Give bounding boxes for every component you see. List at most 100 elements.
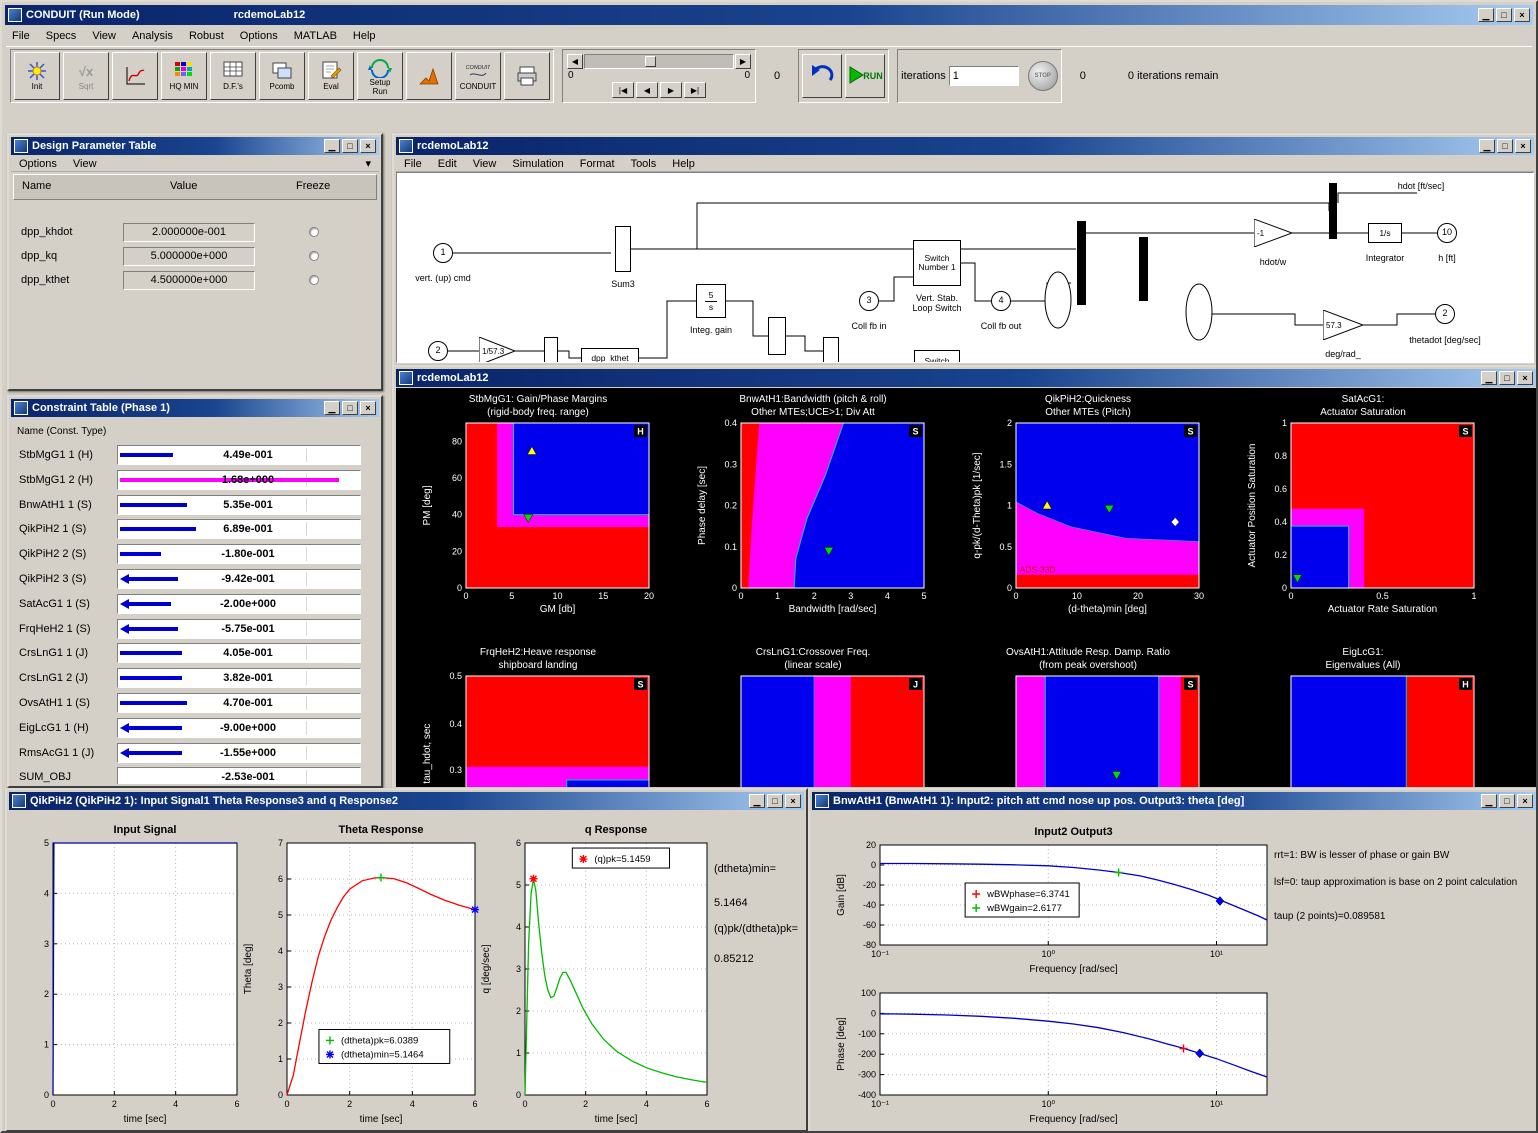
design-titlebar[interactable]: Design Parameter Table ▁□× — [11, 137, 379, 155]
close-button[interactable]: × — [360, 401, 376, 415]
constraint-row[interactable]: StbMgG1 1 (H)4.49e-001 — [11, 444, 379, 468]
freeze-radio[interactable] — [309, 251, 319, 261]
menu-item-file[interactable]: File — [404, 158, 422, 170]
sim-port-1[interactable]: 1 — [433, 243, 453, 263]
menu-item-help[interactable]: Help — [353, 30, 376, 42]
sim-block[interactable] — [768, 317, 786, 355]
maximize-button[interactable]: □ — [342, 139, 358, 153]
simulink-titlebar[interactable]: rcdemoLab12 ▁□× — [396, 137, 1534, 155]
freeze-radio[interactable] — [309, 275, 319, 285]
sim-mux-block[interactable] — [1077, 221, 1086, 305]
maximize-button[interactable]: □ — [1499, 371, 1515, 385]
sim-mux-block[interactable] — [1139, 237, 1148, 301]
maximize-button[interactable]: □ — [767, 794, 783, 808]
constraint-titlebar[interactable]: Constraint Table (Phase 1) ▁□× — [11, 399, 379, 417]
sim-selector-block[interactable] — [1185, 283, 1213, 341]
toolbar-button-eval[interactable]: Eval — [308, 52, 354, 100]
constraint-row[interactable]: SatAcG1 1 (S)-2.00e+000 — [11, 593, 379, 617]
menu-item-view[interactable]: View — [92, 30, 116, 42]
maximize-button[interactable]: □ — [342, 401, 358, 415]
menu-item-options[interactable]: Options — [240, 30, 278, 42]
media-button-3[interactable]: ▶| — [684, 82, 706, 98]
constraint-row[interactable]: EigLcG1 1 (H)-9.00e+000 — [11, 717, 379, 741]
slider-track[interactable] — [584, 54, 734, 69]
menu-dropdown-arrow-icon[interactable]: ▾ — [365, 157, 371, 170]
toolbar-button-sqrt[interactable]: √xSqrt — [63, 52, 109, 100]
toolbar-button-print[interactable] — [504, 52, 550, 100]
sim-block[interactable] — [615, 226, 631, 272]
spec-panel-FrqHeH2[interactable]: FrqHeH2:Heave responseshipboard landing0… — [404, 646, 672, 787]
menu-item-simulation[interactable]: Simulation — [512, 158, 563, 170]
sim-block[interactable]: Switch — [914, 350, 960, 363]
constraint-row[interactable]: CrsLnG1 1 (J)4.05e-001 — [11, 642, 379, 666]
stop-button[interactable]: STOP — [1028, 61, 1058, 91]
menu-item-help[interactable]: Help — [672, 158, 695, 170]
constraint-row[interactable]: RmsAcG1 1 (J)-1.55e+000 — [11, 742, 379, 766]
menu-item-matlab[interactable]: MATLAB — [294, 30, 337, 42]
sim-selector-block[interactable] — [1044, 271, 1072, 329]
sim-port-4[interactable]: 4 — [991, 291, 1011, 311]
freeze-radio[interactable] — [309, 227, 319, 237]
minimize-button[interactable]: ▁ — [1481, 794, 1497, 808]
close-button[interactable]: × — [1514, 8, 1530, 22]
constraint-row[interactable]: FrqHeH2 1 (S)-5.75e-001 — [11, 618, 379, 642]
maximize-button[interactable]: □ — [1496, 8, 1512, 22]
maximize-button[interactable]: □ — [1499, 794, 1515, 808]
toolbar-button-setuprun[interactable]: SetupRun — [357, 52, 403, 100]
minimize-button[interactable]: ▁ — [324, 139, 340, 153]
menu-item-view[interactable]: View — [473, 158, 497, 170]
menu-item-view[interactable]: View — [73, 158, 97, 170]
constraint-row[interactable]: CrsLnG1 2 (J)3.82e-001 — [11, 667, 379, 691]
menu-item-edit[interactable]: Edit — [438, 158, 457, 170]
sim-gain-block[interactable]: 57.3 — [1323, 310, 1363, 340]
constraint-row[interactable]: QikPiH2 2 (S)-1.80e-001 — [11, 543, 379, 567]
toolbar-button-conduit[interactable]: CONDUITCONDUIT — [455, 52, 501, 100]
spec-panel-SatAcG1[interactable]: SatAcG1:Actuator Saturation00.5100.20.40… — [1229, 393, 1497, 616]
sim-block[interactable] — [544, 337, 558, 363]
toolbar-button-plot[interactable] — [112, 52, 158, 100]
menu-item-options[interactable]: Options — [19, 158, 57, 170]
table-row[interactable]: dpp_kq5.000000e+000 — [11, 246, 379, 268]
sim-block[interactable] — [823, 337, 839, 363]
spec-panel-CrsLnG1[interactable]: CrsLnG1:Crossover Freq.(linear scale)J — [679, 646, 947, 787]
menu-item-format[interactable]: Format — [580, 158, 615, 170]
sim-transfer-fcn-block[interactable]: 5s — [696, 284, 726, 318]
sim-port-10[interactable]: 10 — [1437, 223, 1457, 243]
minimize-button[interactable]: ▁ — [324, 401, 340, 415]
bnw-titlebar[interactable]: BnwAtH1 (BnwAtH1 1): Input2: pitch att c… — [812, 792, 1536, 810]
slider-right-arrow[interactable]: ▶ — [735, 54, 751, 69]
close-button[interactable]: × — [785, 794, 801, 808]
toolbar-button-init[interactable]: Init — [14, 52, 60, 100]
constraint-row[interactable]: OvsAtH1 1 (S)4.70e-001 — [11, 692, 379, 716]
sim-block[interactable]: dpp_kthet — [581, 348, 639, 363]
sim-port-3[interactable]: 3 — [859, 291, 879, 311]
media-button-1[interactable]: ◀ — [636, 82, 658, 98]
media-button-0[interactable]: |◀ — [612, 82, 634, 98]
spec-panel-StbMgG1[interactable]: StbMgG1: Gain/Phase Margins(rigid-body f… — [404, 393, 672, 616]
close-button[interactable]: × — [360, 139, 376, 153]
sim-block[interactable]: Switch Number 1 — [913, 240, 961, 286]
close-button[interactable]: × — [1515, 139, 1531, 153]
sim-block[interactable]: 1/s — [1368, 223, 1402, 243]
table-row[interactable]: dpp_kthet4.500000e+000 — [11, 270, 379, 292]
menu-item-file[interactable]: File — [12, 30, 30, 42]
menu-item-robust[interactable]: Robust — [189, 30, 224, 42]
slider-left-arrow[interactable]: ◀ — [567, 54, 583, 69]
undo-button[interactable] — [802, 54, 842, 98]
table-row[interactable]: dpp_khdot2.000000e-001 — [11, 222, 379, 244]
constraint-row[interactable]: StbMgG1 2 (H)1.68e+000 — [11, 469, 379, 493]
media-button-2[interactable]: ▶ — [660, 82, 682, 98]
sim-port-2[interactable]: 2 — [428, 341, 448, 361]
toolbar-button-matlab[interactable] — [406, 52, 452, 100]
maximize-button[interactable]: □ — [1497, 139, 1513, 153]
constraint-row[interactable]: QikPiH2 1 (S)6.89e-001 — [11, 518, 379, 542]
close-button[interactable]: × — [1517, 794, 1533, 808]
constraint-row[interactable]: SUM_OBJ-2.53e-001 — [11, 766, 379, 784]
spec-panel-EigLcG1[interactable]: EigLcG1:Eigenvalues (All)H — [1229, 646, 1497, 787]
qik-titlebar[interactable]: QikPiH2 (QikPiH2 1): Input Signal1 Theta… — [9, 792, 804, 810]
minimize-button[interactable]: ▁ — [1479, 139, 1495, 153]
menu-item-specs[interactable]: Specs — [46, 30, 77, 42]
menu-item-analysis[interactable]: Analysis — [132, 30, 173, 42]
minimize-button[interactable]: ▁ — [749, 794, 765, 808]
main-titlebar[interactable]: CONDUIT (Run Mode) rcdemoLab12 ▁□× — [5, 5, 1533, 25]
